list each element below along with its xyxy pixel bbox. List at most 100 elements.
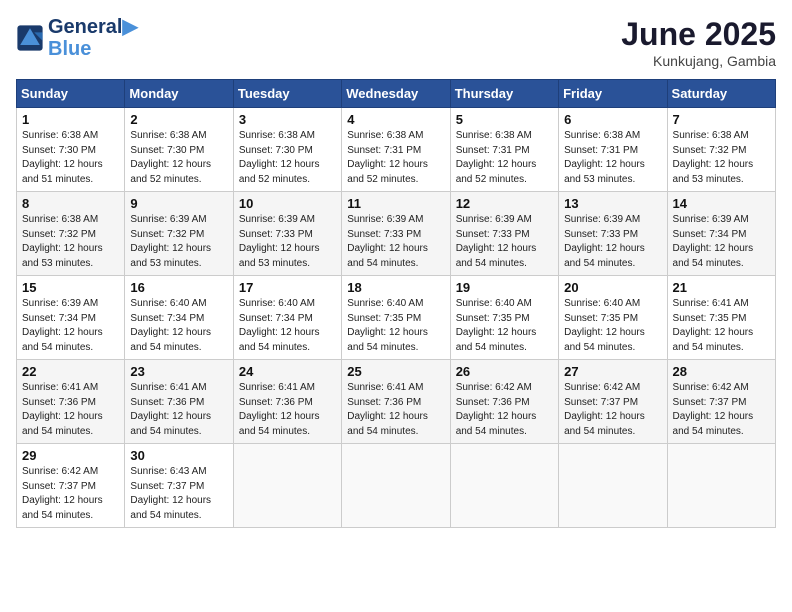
day-info: Sunrise: 6:43 AM Sunset: 7:37 PM Dayligh… <box>130 465 227 523</box>
day-info: Sunrise: 6:38 AM Sunset: 7:31 PM Dayligh… <box>564 129 661 187</box>
calendar-cell: 25 Sunrise: 6:41 AM Sunset: 7:36 PM Dayli… <box>342 360 450 444</box>
day-number: 7 <box>673 112 770 127</box>
calendar-cell: 29 Sunrise: 6:42 AM Sunset: 7:37 PM Dayli… <box>17 444 125 528</box>
calendar-cell: 16 Sunrise: 6:40 AM Sunset: 7:34 PM Dayli… <box>125 276 233 360</box>
day-number: 14 <box>673 196 770 211</box>
logo-text: General▶ Blue <box>48 16 138 60</box>
day-number: 2 <box>130 112 227 127</box>
calendar-cell: 21 Sunrise: 6:41 AM Sunset: 7:35 PM Dayli… <box>667 276 775 360</box>
day-info: Sunrise: 6:40 AM Sunset: 7:34 PM Dayligh… <box>130 297 227 355</box>
calendar-body: 1 Sunrise: 6:38 AM Sunset: 7:30 PM Daylig… <box>17 108 776 528</box>
calendar-cell: 19 Sunrise: 6:40 AM Sunset: 7:35 PM Dayli… <box>450 276 558 360</box>
day-info: Sunrise: 6:41 AM Sunset: 7:35 PM Dayligh… <box>673 297 770 355</box>
calendar-cell: 14 Sunrise: 6:39 AM Sunset: 7:34 PM Dayli… <box>667 192 775 276</box>
day-info: Sunrise: 6:38 AM Sunset: 7:31 PM Dayligh… <box>456 129 553 187</box>
calendar-cell: 17 Sunrise: 6:40 AM Sunset: 7:34 PM Dayli… <box>233 276 341 360</box>
calendar-week-1: 1 Sunrise: 6:38 AM Sunset: 7:30 PM Daylig… <box>17 108 776 192</box>
day-number: 19 <box>456 280 553 295</box>
calendar-cell: 24Sunrise: 6:41 AM Sunset: 7:36 PM Dayli… <box>233 360 341 444</box>
calendar-header-monday: Monday <box>125 80 233 108</box>
calendar-cell <box>559 444 667 528</box>
day-info: Sunrise: 6:39 AM Sunset: 7:33 PM Dayligh… <box>239 213 336 271</box>
day-number: 6 <box>564 112 661 127</box>
location-subtitle: Kunkujang, Gambia <box>621 53 776 69</box>
calendar-cell: 2 Sunrise: 6:38 AM Sunset: 7:30 PM Daylig… <box>125 108 233 192</box>
calendar-cell: 23 Sunrise: 6:41 AM Sunset: 7:36 PM Dayli… <box>125 360 233 444</box>
calendar-cell: 6 Sunrise: 6:38 AM Sunset: 7:31 PM Daylig… <box>559 108 667 192</box>
calendar-cell: 10Sunrise: 6:39 AM Sunset: 7:33 PM Dayli… <box>233 192 341 276</box>
day-number: 23 <box>130 364 227 379</box>
day-number: 4 <box>347 112 444 127</box>
header: General▶ Blue June 2025 Kunkujang, Gambi… <box>16 16 776 69</box>
day-number: 20 <box>564 280 661 295</box>
calendar-cell: 12 Sunrise: 6:39 AM Sunset: 7:33 PM Dayli… <box>450 192 558 276</box>
calendar-cell <box>233 444 341 528</box>
calendar-cell: 4 Sunrise: 6:38 AM Sunset: 7:31 PM Daylig… <box>342 108 450 192</box>
calendar-week-4: 22 Sunrise: 6:41 AM Sunset: 7:36 PM Dayli… <box>17 360 776 444</box>
calendar-cell: 28 Sunrise: 6:42 AM Sunset: 7:37 PM Dayli… <box>667 360 775 444</box>
day-number: 17 <box>239 280 336 295</box>
title-area: June 2025 Kunkujang, Gambia <box>621 16 776 69</box>
day-info: Sunrise: 6:38 AM Sunset: 7:30 PM Dayligh… <box>130 129 227 187</box>
day-number: 21 <box>673 280 770 295</box>
day-number: 22 <box>22 364 119 379</box>
day-number: 16 <box>130 280 227 295</box>
calendar-header-saturday: Saturday <box>667 80 775 108</box>
calendar-header-thursday: Thursday <box>450 80 558 108</box>
day-info: Sunrise: 6:42 AM Sunset: 7:37 PM Dayligh… <box>673 381 770 439</box>
logo: General▶ Blue <box>16 16 138 60</box>
day-info: Sunrise: 6:40 AM Sunset: 7:34 PM Dayligh… <box>239 297 336 355</box>
day-info: Sunrise: 6:41 AM Sunset: 7:36 PM Dayligh… <box>347 381 444 439</box>
day-info: Sunrise: 6:39 AM Sunset: 7:34 PM Dayligh… <box>22 297 119 355</box>
calendar-cell: 26Sunrise: 6:42 AM Sunset: 7:36 PM Dayli… <box>450 360 558 444</box>
month-title: June 2025 <box>621 16 776 53</box>
day-number: 12 <box>456 196 553 211</box>
day-info: Sunrise: 6:40 AM Sunset: 7:35 PM Dayligh… <box>456 297 553 355</box>
calendar-cell: 18Sunrise: 6:40 AM Sunset: 7:35 PM Dayli… <box>342 276 450 360</box>
day-info: Sunrise: 6:39 AM Sunset: 7:33 PM Dayligh… <box>456 213 553 271</box>
day-number: 11 <box>347 196 444 211</box>
day-info: Sunrise: 6:39 AM Sunset: 7:33 PM Dayligh… <box>564 213 661 271</box>
calendar-cell: 13 Sunrise: 6:39 AM Sunset: 7:33 PM Dayli… <box>559 192 667 276</box>
day-number: 3 <box>239 112 336 127</box>
calendar-header-row: SundayMondayTuesdayWednesdayThursdayFrid… <box>17 80 776 108</box>
calendar-cell: 8Sunrise: 6:38 AM Sunset: 7:32 PM Daylig… <box>17 192 125 276</box>
day-number: 1 <box>22 112 119 127</box>
calendar-header-sunday: Sunday <box>17 80 125 108</box>
day-info: Sunrise: 6:40 AM Sunset: 7:35 PM Dayligh… <box>347 297 444 355</box>
day-number: 25 <box>347 364 444 379</box>
day-info: Sunrise: 6:38 AM Sunset: 7:32 PM Dayligh… <box>673 129 770 187</box>
calendar-table: SundayMondayTuesdayWednesdayThursdayFrid… <box>16 79 776 528</box>
day-number: 24 <box>239 364 336 379</box>
calendar-cell: 15 Sunrise: 6:39 AM Sunset: 7:34 PM Dayli… <box>17 276 125 360</box>
calendar-cell <box>667 444 775 528</box>
day-info: Sunrise: 6:40 AM Sunset: 7:35 PM Dayligh… <box>564 297 661 355</box>
day-number: 8 <box>22 196 119 211</box>
calendar-cell: 30Sunrise: 6:43 AM Sunset: 7:37 PM Dayli… <box>125 444 233 528</box>
calendar-cell: 22Sunrise: 6:41 AM Sunset: 7:36 PM Dayli… <box>17 360 125 444</box>
day-info: Sunrise: 6:42 AM Sunset: 7:37 PM Dayligh… <box>564 381 661 439</box>
calendar-week-2: 8Sunrise: 6:38 AM Sunset: 7:32 PM Daylig… <box>17 192 776 276</box>
day-info: Sunrise: 6:41 AM Sunset: 7:36 PM Dayligh… <box>130 381 227 439</box>
calendar-week-5: 29 Sunrise: 6:42 AM Sunset: 7:37 PM Dayli… <box>17 444 776 528</box>
day-info: Sunrise: 6:42 AM Sunset: 7:37 PM Dayligh… <box>22 465 119 523</box>
day-info: Sunrise: 6:39 AM Sunset: 7:34 PM Dayligh… <box>673 213 770 271</box>
day-number: 28 <box>673 364 770 379</box>
calendar-cell: 1Sunrise: 6:38 AM Sunset: 7:30 PM Daylig… <box>17 108 125 192</box>
day-number: 9 <box>130 196 227 211</box>
day-number: 29 <box>22 448 119 463</box>
day-number: 13 <box>564 196 661 211</box>
calendar-cell: 7 Sunrise: 6:38 AM Sunset: 7:32 PM Daylig… <box>667 108 775 192</box>
day-number: 27 <box>564 364 661 379</box>
logo-icon <box>16 24 44 52</box>
calendar-cell: 11Sunrise: 6:39 AM Sunset: 7:33 PM Dayli… <box>342 192 450 276</box>
calendar-week-3: 15 Sunrise: 6:39 AM Sunset: 7:34 PM Dayli… <box>17 276 776 360</box>
calendar-header-wednesday: Wednesday <box>342 80 450 108</box>
day-number: 5 <box>456 112 553 127</box>
day-info: Sunrise: 6:38 AM Sunset: 7:31 PM Dayligh… <box>347 129 444 187</box>
day-number: 15 <box>22 280 119 295</box>
day-info: Sunrise: 6:42 AM Sunset: 7:36 PM Dayligh… <box>456 381 553 439</box>
calendar-cell: 9Sunrise: 6:39 AM Sunset: 7:32 PM Daylig… <box>125 192 233 276</box>
calendar-cell <box>450 444 558 528</box>
calendar-cell: 5 Sunrise: 6:38 AM Sunset: 7:31 PM Daylig… <box>450 108 558 192</box>
